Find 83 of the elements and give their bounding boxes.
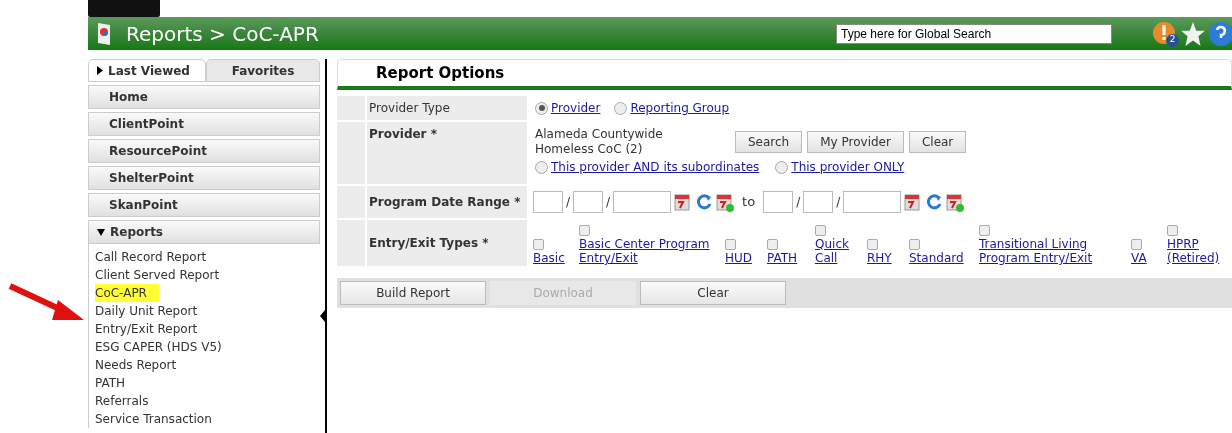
radio-button[interactable] xyxy=(535,101,548,115)
month-field[interactable] xyxy=(763,191,794,213)
report-link[interactable]: Entry/Exit Report xyxy=(95,320,210,338)
day-field[interactable] xyxy=(573,191,604,213)
checkbox[interactable] xyxy=(1167,225,1178,236)
checkbox-label[interactable]: Basic Center Program Entry/Exit xyxy=(579,237,711,265)
checkbox-label[interactable]: Quick Call xyxy=(815,237,853,265)
report-link[interactable]: Daily Unit Report xyxy=(95,302,210,320)
calendar-check-icon[interactable] xyxy=(716,192,735,212)
report-link[interactable]: Referrals xyxy=(95,392,161,410)
year-field[interactable] xyxy=(613,191,672,213)
date-separator: / xyxy=(566,194,571,211)
triangle-down-icon xyxy=(97,228,105,236)
sidebar-section[interactable]: SkanPoint xyxy=(88,193,320,217)
checkbox[interactable] xyxy=(867,239,878,250)
alert-icon[interactable] xyxy=(1152,20,1178,47)
action-button[interactable]: Clear xyxy=(640,281,786,305)
field-label: Provider * xyxy=(369,127,437,141)
radio-label[interactable]: Provider xyxy=(551,99,601,117)
checkbox-label[interactable]: HPRP (Retired) xyxy=(1167,237,1225,265)
radio-button[interactable] xyxy=(535,160,548,174)
range-separator: to xyxy=(742,193,756,212)
calendar-icon[interactable] xyxy=(904,192,923,212)
report-link[interactable]: PATH xyxy=(95,374,138,392)
collapse-handle[interactable] xyxy=(320,310,325,322)
sidebar-section[interactable]: ResourcePoint xyxy=(88,139,320,163)
report-link[interactable]: Service Transaction xyxy=(95,410,224,428)
checkbox[interactable] xyxy=(767,239,778,250)
refresh-icon[interactable] xyxy=(925,193,944,211)
action-button[interactable]: Build Report xyxy=(340,281,486,305)
panel-title: Report Options xyxy=(376,62,505,84)
report-link[interactable]: Client Served Report xyxy=(95,266,232,284)
checkbox-label[interactable]: Transitional Living Program Entry/Exit xyxy=(979,237,1117,265)
page-title: Reports > CoC-APR xyxy=(126,20,319,48)
day-field[interactable] xyxy=(803,191,834,213)
checkbox-label[interactable]: VA xyxy=(1131,251,1147,265)
star-icon[interactable] xyxy=(1180,20,1206,47)
radio-button[interactable] xyxy=(775,160,789,174)
checkbox[interactable] xyxy=(909,239,920,250)
provider-button[interactable]: Clear xyxy=(908,131,967,153)
checkbox[interactable] xyxy=(533,239,544,250)
radio-label[interactable]: This provider ONLY xyxy=(791,158,905,176)
radio-label[interactable]: Reporting Group xyxy=(630,99,730,117)
radio-label[interactable]: This provider AND its subordinates xyxy=(551,158,760,176)
date-separator: / xyxy=(836,194,841,211)
checkbox-label[interactable]: Basic xyxy=(533,251,565,265)
radio-button[interactable] xyxy=(614,101,628,115)
date-separator: / xyxy=(796,194,801,211)
checkbox-label[interactable]: PATH xyxy=(767,251,798,265)
month-field[interactable] xyxy=(533,191,563,213)
field-label: Provider Type xyxy=(369,101,450,115)
checkbox[interactable] xyxy=(815,225,826,236)
checkbox[interactable] xyxy=(725,239,736,250)
sidebar-tab[interactable]: Favorites xyxy=(206,59,320,82)
checkbox-label[interactable]: HUD xyxy=(725,251,753,265)
help-icon[interactable] xyxy=(1208,20,1232,47)
provider-value: Alameda Countywide Homeless CoC (2) xyxy=(535,127,664,157)
sidebar-tab[interactable]: Last Viewed xyxy=(88,59,206,82)
report-link[interactable]: Call Record Report xyxy=(95,248,219,266)
checkbox[interactable] xyxy=(979,225,990,236)
field-label: Entry/Exit Types * xyxy=(369,235,489,252)
checkbox[interactable] xyxy=(579,225,590,236)
checkbox[interactable] xyxy=(1131,239,1142,250)
sidebar-section[interactable]: ClientPoint xyxy=(88,112,320,136)
report-link[interactable]: ESG CAPER (HDS V5) xyxy=(95,338,234,356)
provider-button[interactable]: My Provider xyxy=(807,131,904,153)
checkbox-label[interactable]: Standard xyxy=(909,251,964,265)
triangle-right-icon xyxy=(97,66,103,75)
sidebar-section[interactable]: Reports xyxy=(88,220,320,244)
year-field[interactable] xyxy=(843,191,902,213)
report-link[interactable]: Needs Report xyxy=(95,356,189,374)
sidebar-section[interactable]: ShelterPoint xyxy=(88,166,320,190)
logo-strip xyxy=(88,0,160,17)
calendar-icon[interactable] xyxy=(674,192,693,212)
checkbox-label[interactable]: RHY xyxy=(867,251,892,265)
calendar-check-icon[interactable] xyxy=(946,192,965,212)
global-search-field[interactable]: Type here for Global Search xyxy=(836,23,1112,44)
sidebar-section[interactable]: Home xyxy=(88,85,320,109)
refresh-icon[interactable] xyxy=(695,193,714,211)
report-link[interactable]: CoC-APR xyxy=(95,284,159,302)
provider-button[interactable]: Search xyxy=(735,131,803,153)
field-label: Program Date Range * xyxy=(369,194,521,211)
date-separator: / xyxy=(606,194,611,211)
